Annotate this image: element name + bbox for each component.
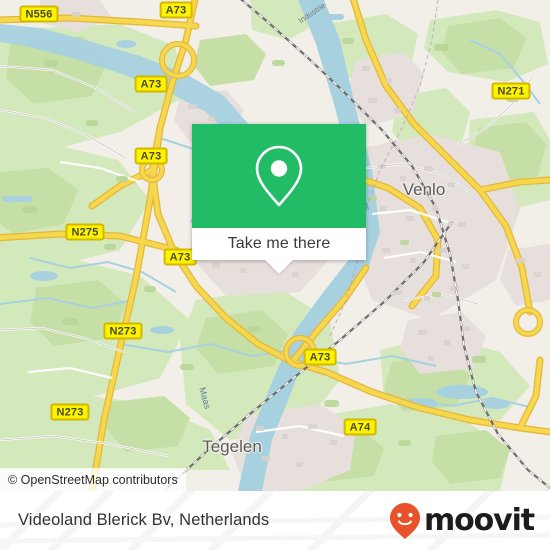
screenshot-root: N556 A73 A73 A73 N271 N275 A73 N273 A73 … <box>0 0 550 550</box>
road-shield: N271 <box>491 82 531 100</box>
location-popup[interactable]: Take me there <box>192 124 366 274</box>
map-canvas[interactable]: N556 A73 A73 A73 N271 N275 A73 N273 A73 … <box>0 0 550 491</box>
moovit-logo[interactable]: moovit <box>388 502 535 540</box>
map-attribution[interactable]: © OpenStreetMap contributors <box>0 468 186 491</box>
take-me-there-label: Take me there <box>227 235 331 252</box>
place-label-tegelen: Tegelen <box>202 437 262 456</box>
place-label-venlo: Venlo <box>402 180 446 199</box>
popup-header <box>192 124 366 228</box>
page-title: Videoland Blerick Bv, Netherlands <box>18 511 270 529</box>
road-shield: N273 <box>103 322 143 340</box>
popup-pointer <box>265 260 293 274</box>
map-pin-icon <box>255 145 303 207</box>
moovit-wordmark: moovit <box>423 502 535 538</box>
footer-bar: Videoland Blerick Bv, Netherlands moovit <box>0 491 550 550</box>
road-shield: N273 <box>50 403 90 421</box>
road-shield: A73 <box>134 75 168 93</box>
road-shield: N556 <box>19 5 59 23</box>
attribution-text: © OpenStreetMap contributors <box>8 472 178 487</box>
road-shield: N275 <box>65 223 105 241</box>
road-shield: A73 <box>159 1 193 19</box>
road-shield: A73 <box>303 348 337 366</box>
take-me-there-button[interactable]: Take me there <box>192 228 366 260</box>
road-shield: A74 <box>343 418 377 436</box>
road-shield: A73 <box>134 147 168 165</box>
moovit-pin-icon <box>389 502 420 539</box>
